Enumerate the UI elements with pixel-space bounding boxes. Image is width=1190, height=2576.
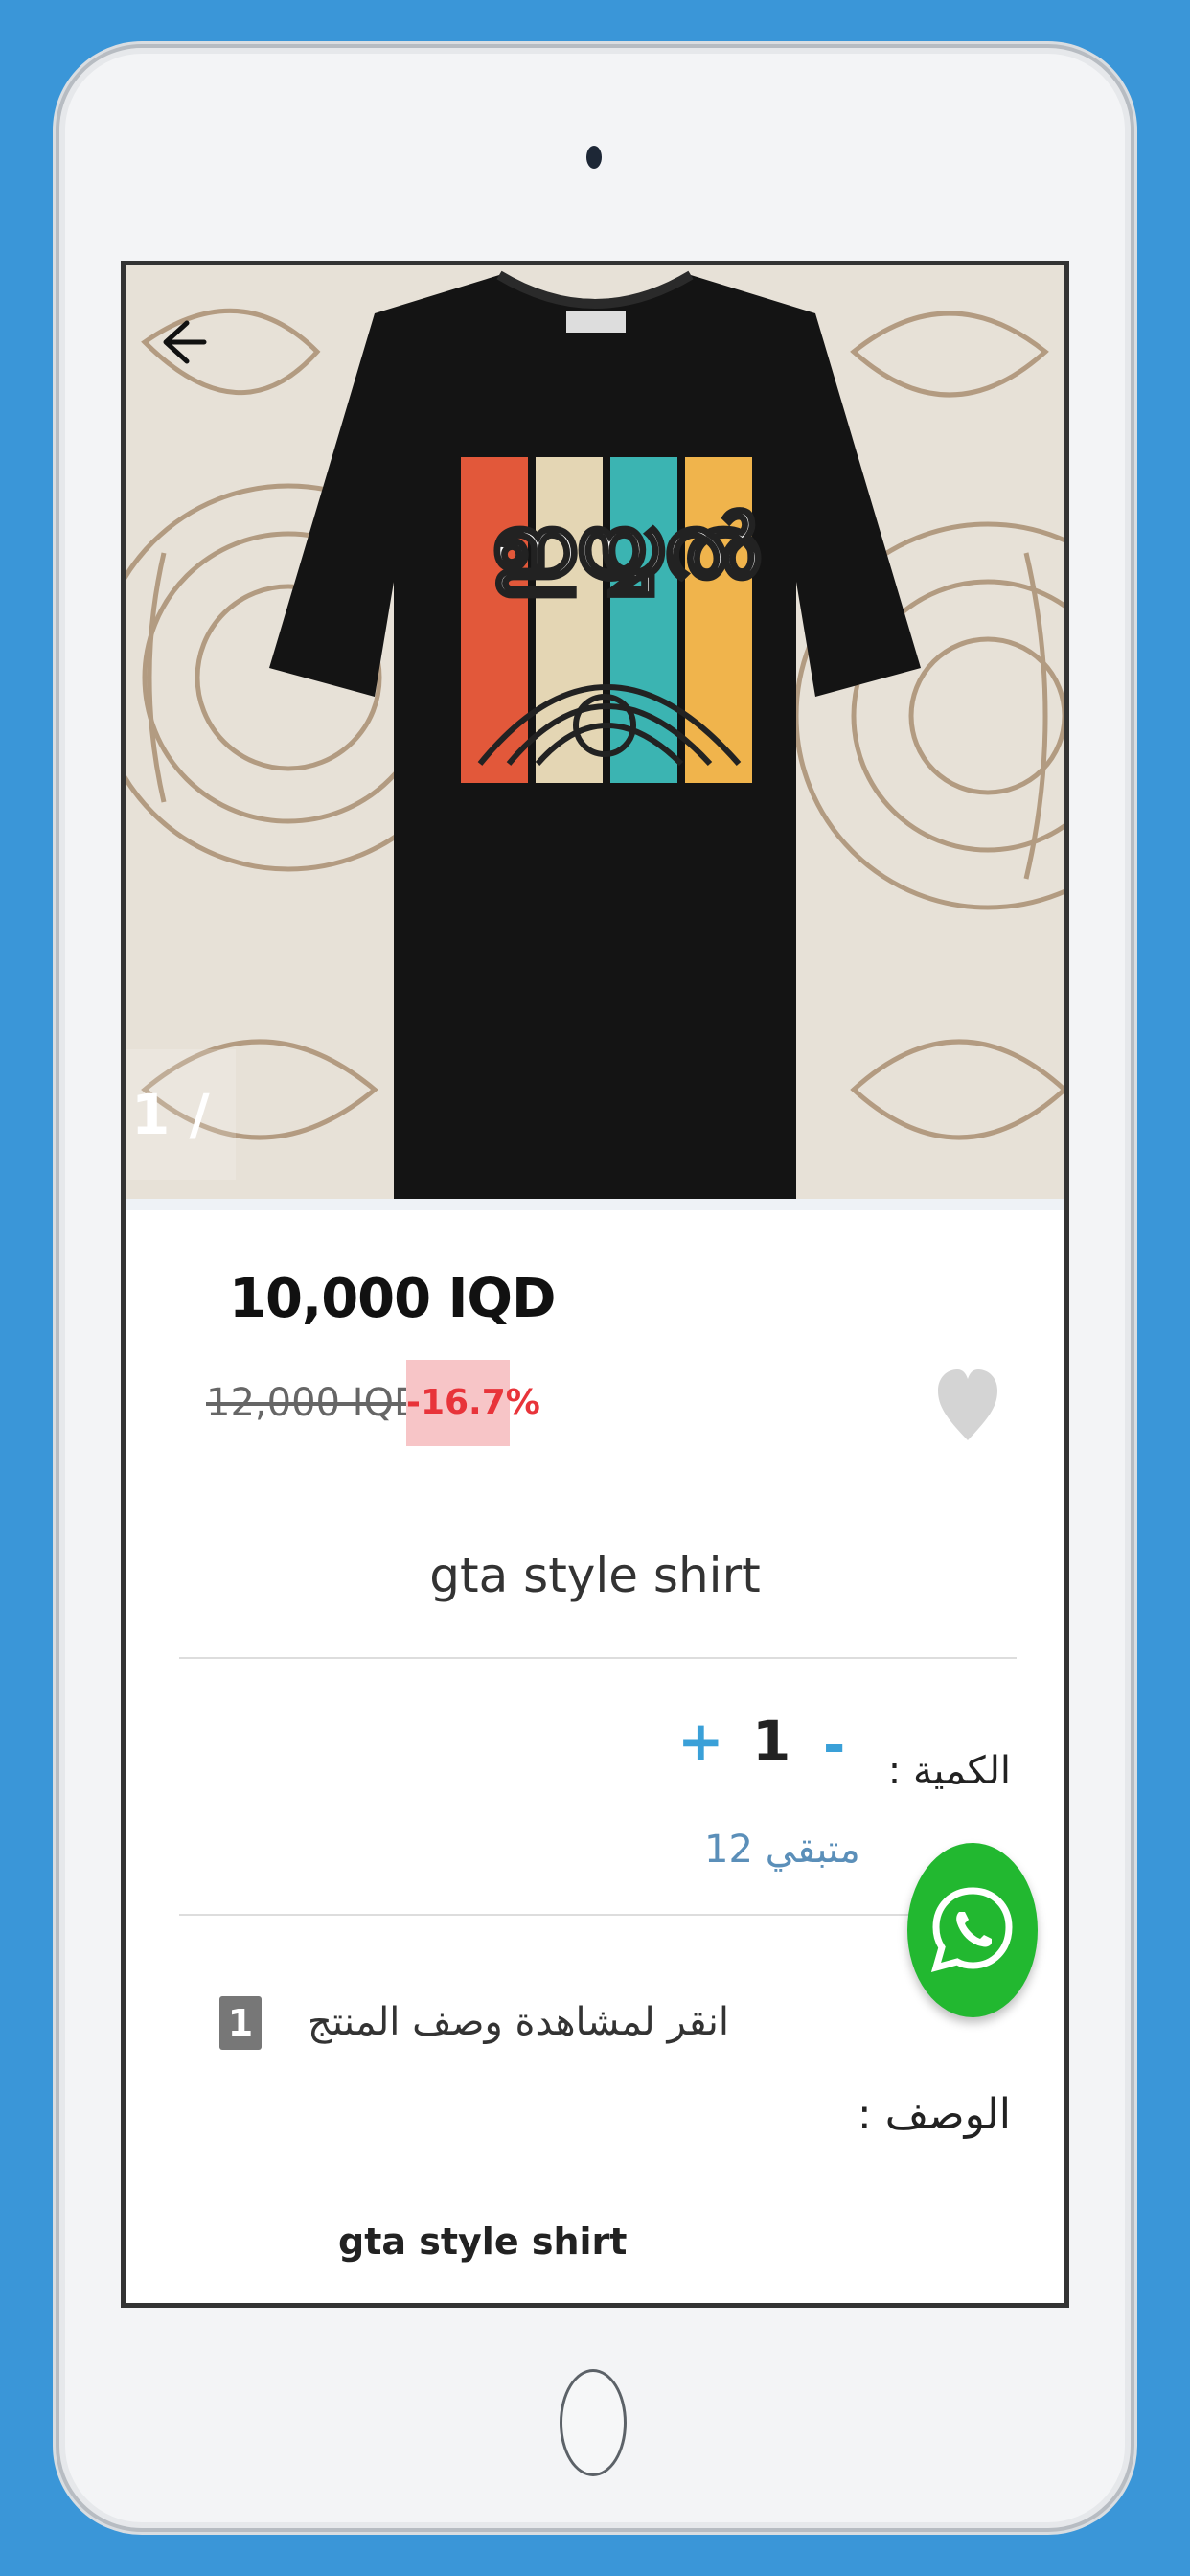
description-toggle-icon[interactable]: 1 [219,1996,262,2050]
svg-text:ഇയ്യൽ: ഇയ്യൽ [490,496,760,598]
description-label: الوصف : [857,2090,1011,2139]
product-title: gta style shirt [429,1548,761,1603]
back-arrow-icon [163,320,207,364]
quantity-increase-button[interactable]: + [677,1709,724,1774]
divider [179,1657,1017,1659]
divider [179,1914,1017,1916]
whatsapp-button[interactable] [907,1843,1038,2017]
image-counter: 1 / 1 [126,1049,236,1180]
image-divider [126,1199,1064,1210]
stock-remaining: متبقي 12 [704,1828,860,1872]
description-toggle-link[interactable]: انقر لمشاهدة وصف المنتج [308,2000,729,2044]
current-price: 10,000 IQD [229,1268,557,1330]
whatsapp-icon [930,1887,1013,1973]
quantity-label: الكمية : [887,1749,1011,1793]
discount-badge: -16.7% [406,1360,540,1446]
product-image-carousel[interactable]: ഇയ്യൽ 1 / 1 [126,265,1064,1199]
heart-icon [938,1369,997,1440]
quantity-value: 1 [752,1709,791,1774]
quantity-decrease-button[interactable]: - [823,1714,845,1777]
app-screen: ഇയ്യൽ 1 / 1 10,000 IQD 12,000 IQD -16.7%… [121,261,1069,2308]
product-image: ഇയ്യൽ [126,265,1064,1199]
home-button[interactable] [560,2369,627,2476]
description-text: gta style shirt [338,2220,628,2263]
favorite-button[interactable] [936,1368,999,1444]
old-price: 12,000 IQD [206,1381,423,1425]
back-button[interactable] [154,313,212,371]
front-camera [586,146,602,169]
